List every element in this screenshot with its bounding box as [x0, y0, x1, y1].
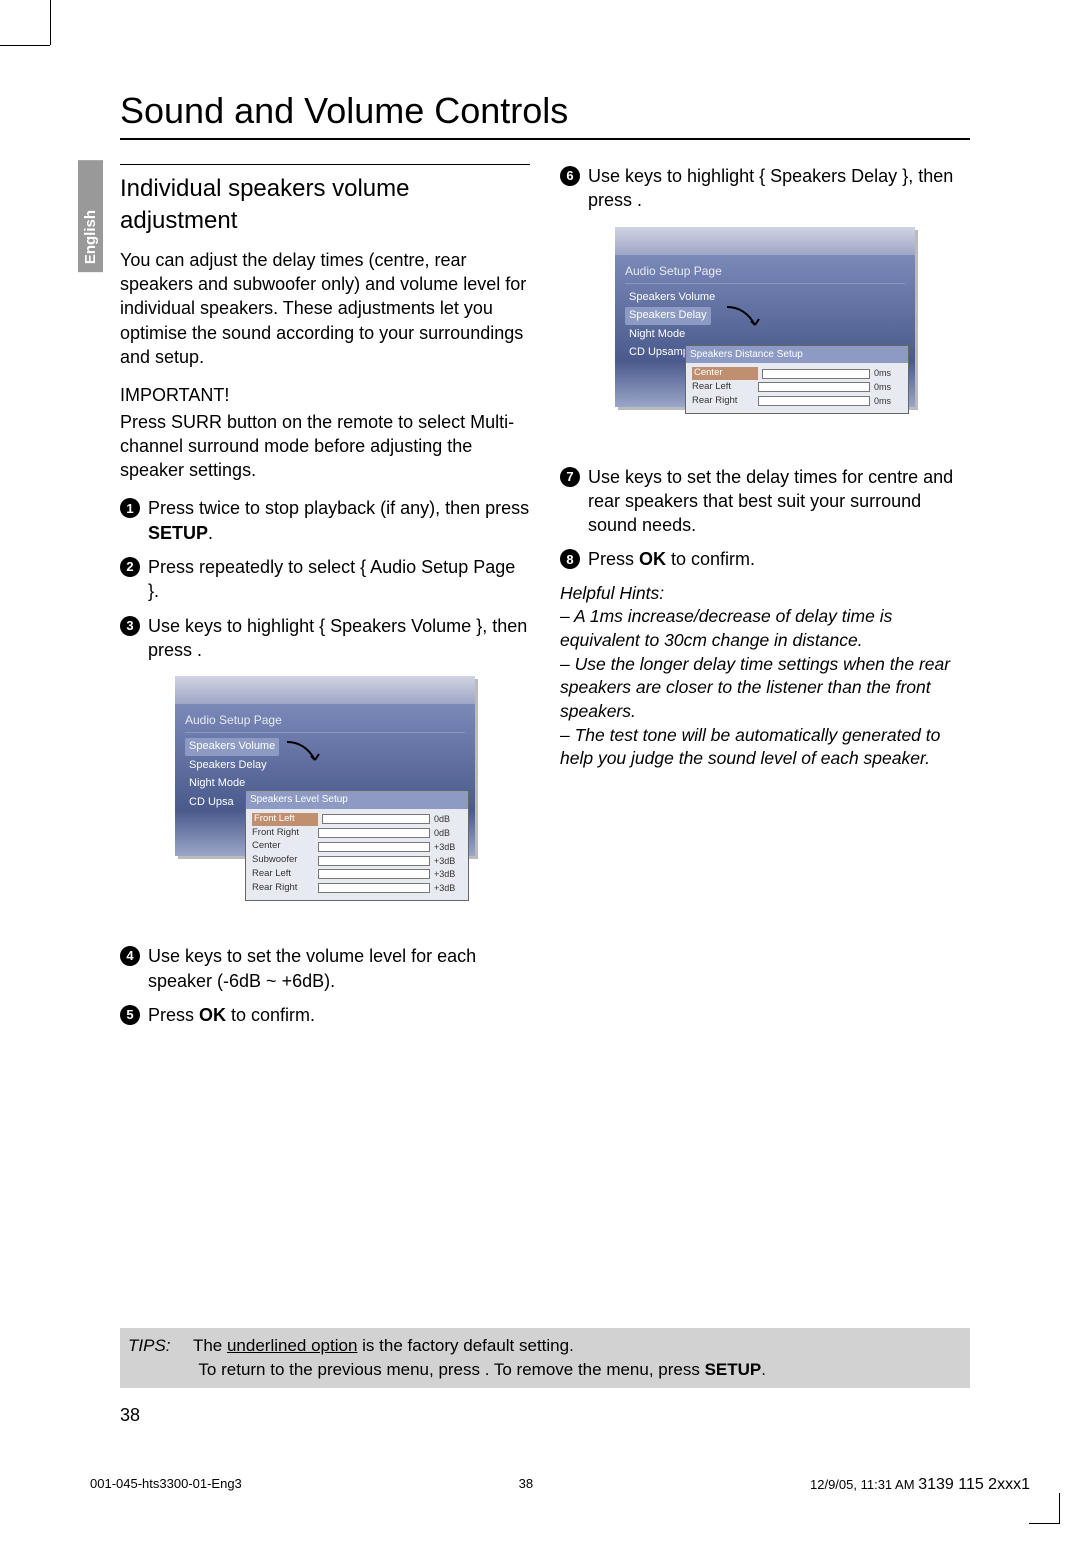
- step-1: 1 Press twice to stop playback (if any),…: [120, 496, 530, 545]
- hint-item: – Use the longer delay time settings whe…: [560, 653, 970, 724]
- important-text: Press SURR button on the remote to selec…: [120, 410, 530, 483]
- right-column: 6 Use keys to highlight { Speakers Delay…: [560, 164, 970, 1037]
- osd-title: Audio Setup Page: [185, 712, 465, 733]
- helpful-hints: Helpful Hints: – A 1ms increase/decrease…: [560, 582, 970, 771]
- step-number-icon: 2: [120, 557, 140, 577]
- step-text: Use keys to set the volume level for eac…: [148, 944, 530, 993]
- step-6: 6 Use keys to highlight { Speakers Delay…: [560, 164, 970, 213]
- osd-submenu: Speakers Distance Setup Center0ms Rear L…: [685, 345, 909, 414]
- arrow-icon: [725, 305, 765, 335]
- step-text: Press twice to stop playback (if any), t…: [148, 496, 530, 545]
- step-text: Use keys to highlight { Speakers Delay }…: [588, 164, 970, 213]
- step-4: 4 Use keys to set the volume level for e…: [120, 944, 530, 993]
- osd-menu-item: Night Mode: [185, 775, 249, 792]
- language-tab: English: [78, 160, 103, 272]
- step-number-icon: 5: [120, 1005, 140, 1025]
- osd-screenshot-delay: Audio Setup Page Speakers Volume Speaker…: [615, 227, 915, 407]
- step-number-icon: 6: [560, 166, 580, 186]
- step-number-icon: 1: [120, 498, 140, 518]
- crop-mark: [0, 45, 50, 46]
- osd-title: Audio Setup Page: [625, 263, 905, 284]
- crop-mark: [1029, 1493, 1060, 1524]
- hint-item: – The test tone will be automatically ge…: [560, 724, 970, 771]
- footer-page: 38: [519, 1476, 533, 1494]
- osd-menu-item: Speakers Volume: [185, 738, 279, 755]
- crop-mark: [50, 0, 51, 45]
- footer-right: 12/9/05, 11:31 AM 3139 115 2xxx1: [810, 1476, 1030, 1494]
- osd-menu-item: Speakers Volume: [625, 289, 719, 306]
- hint-item: – A 1ms increase/decrease of delay time …: [560, 605, 970, 652]
- hints-title: Helpful Hints:: [560, 582, 970, 606]
- osd-screenshot-volume: Audio Setup Page Speakers Volume Speaker…: [175, 676, 475, 856]
- tips-label: TIPS:: [128, 1336, 171, 1355]
- osd-menu-item: CD Upsa: [185, 794, 238, 811]
- osd-menu-item: Speakers Delay: [625, 307, 711, 324]
- osd-sub-title: Speakers Level Setup: [246, 791, 468, 809]
- step-text: Use keys to highlight { Speakers Volume …: [148, 614, 530, 663]
- arrow-icon: [285, 740, 325, 770]
- footer: 001-045-hts3300-01-Eng3 38 12/9/05, 11:3…: [90, 1476, 1030, 1494]
- step-number-icon: 8: [560, 549, 580, 569]
- footer-file: 001-045-hts3300-01-Eng3: [90, 1476, 242, 1494]
- section-heading: Individual speakers volume adjustment: [120, 164, 530, 238]
- step-8: 8 Press OK to confirm.: [560, 547, 970, 571]
- step-3: 3 Use keys to highlight { Speakers Volum…: [120, 614, 530, 663]
- step-text: Use keys to set the delay times for cent…: [588, 465, 970, 538]
- step-7: 7 Use keys to set the delay times for ce…: [560, 465, 970, 538]
- tips-bar: TIPS: The underlined option is the facto…: [120, 1328, 970, 1388]
- left-column: Individual speakers volume adjustment Yo…: [120, 164, 530, 1037]
- osd-submenu: Speakers Level Setup Front Left0dB Front…: [245, 790, 469, 900]
- osd-menu-item: Speakers Delay: [185, 757, 271, 774]
- step-2: 2 Press repeatedly to select { Audio Set…: [120, 555, 530, 604]
- osd-menu-item: Night Mode: [625, 326, 689, 343]
- step-number-icon: 4: [120, 946, 140, 966]
- page-title: Sound and Volume Controls: [120, 90, 970, 140]
- step-number-icon: 3: [120, 616, 140, 636]
- step-number-icon: 7: [560, 467, 580, 487]
- important-label: IMPORTANT!: [120, 383, 530, 407]
- step-text: Press repeatedly to select { Audio Setup…: [148, 555, 530, 604]
- intro-paragraph: You can adjust the delay times (centre, …: [120, 248, 530, 369]
- step-5: 5 Press OK to confirm.: [120, 1003, 530, 1027]
- step-text: Press OK to confirm.: [588, 547, 970, 571]
- osd-sub-title: Speakers Distance Setup: [686, 346, 908, 364]
- step-text: Press OK to confirm.: [148, 1003, 530, 1027]
- page-number: 38: [120, 1405, 140, 1426]
